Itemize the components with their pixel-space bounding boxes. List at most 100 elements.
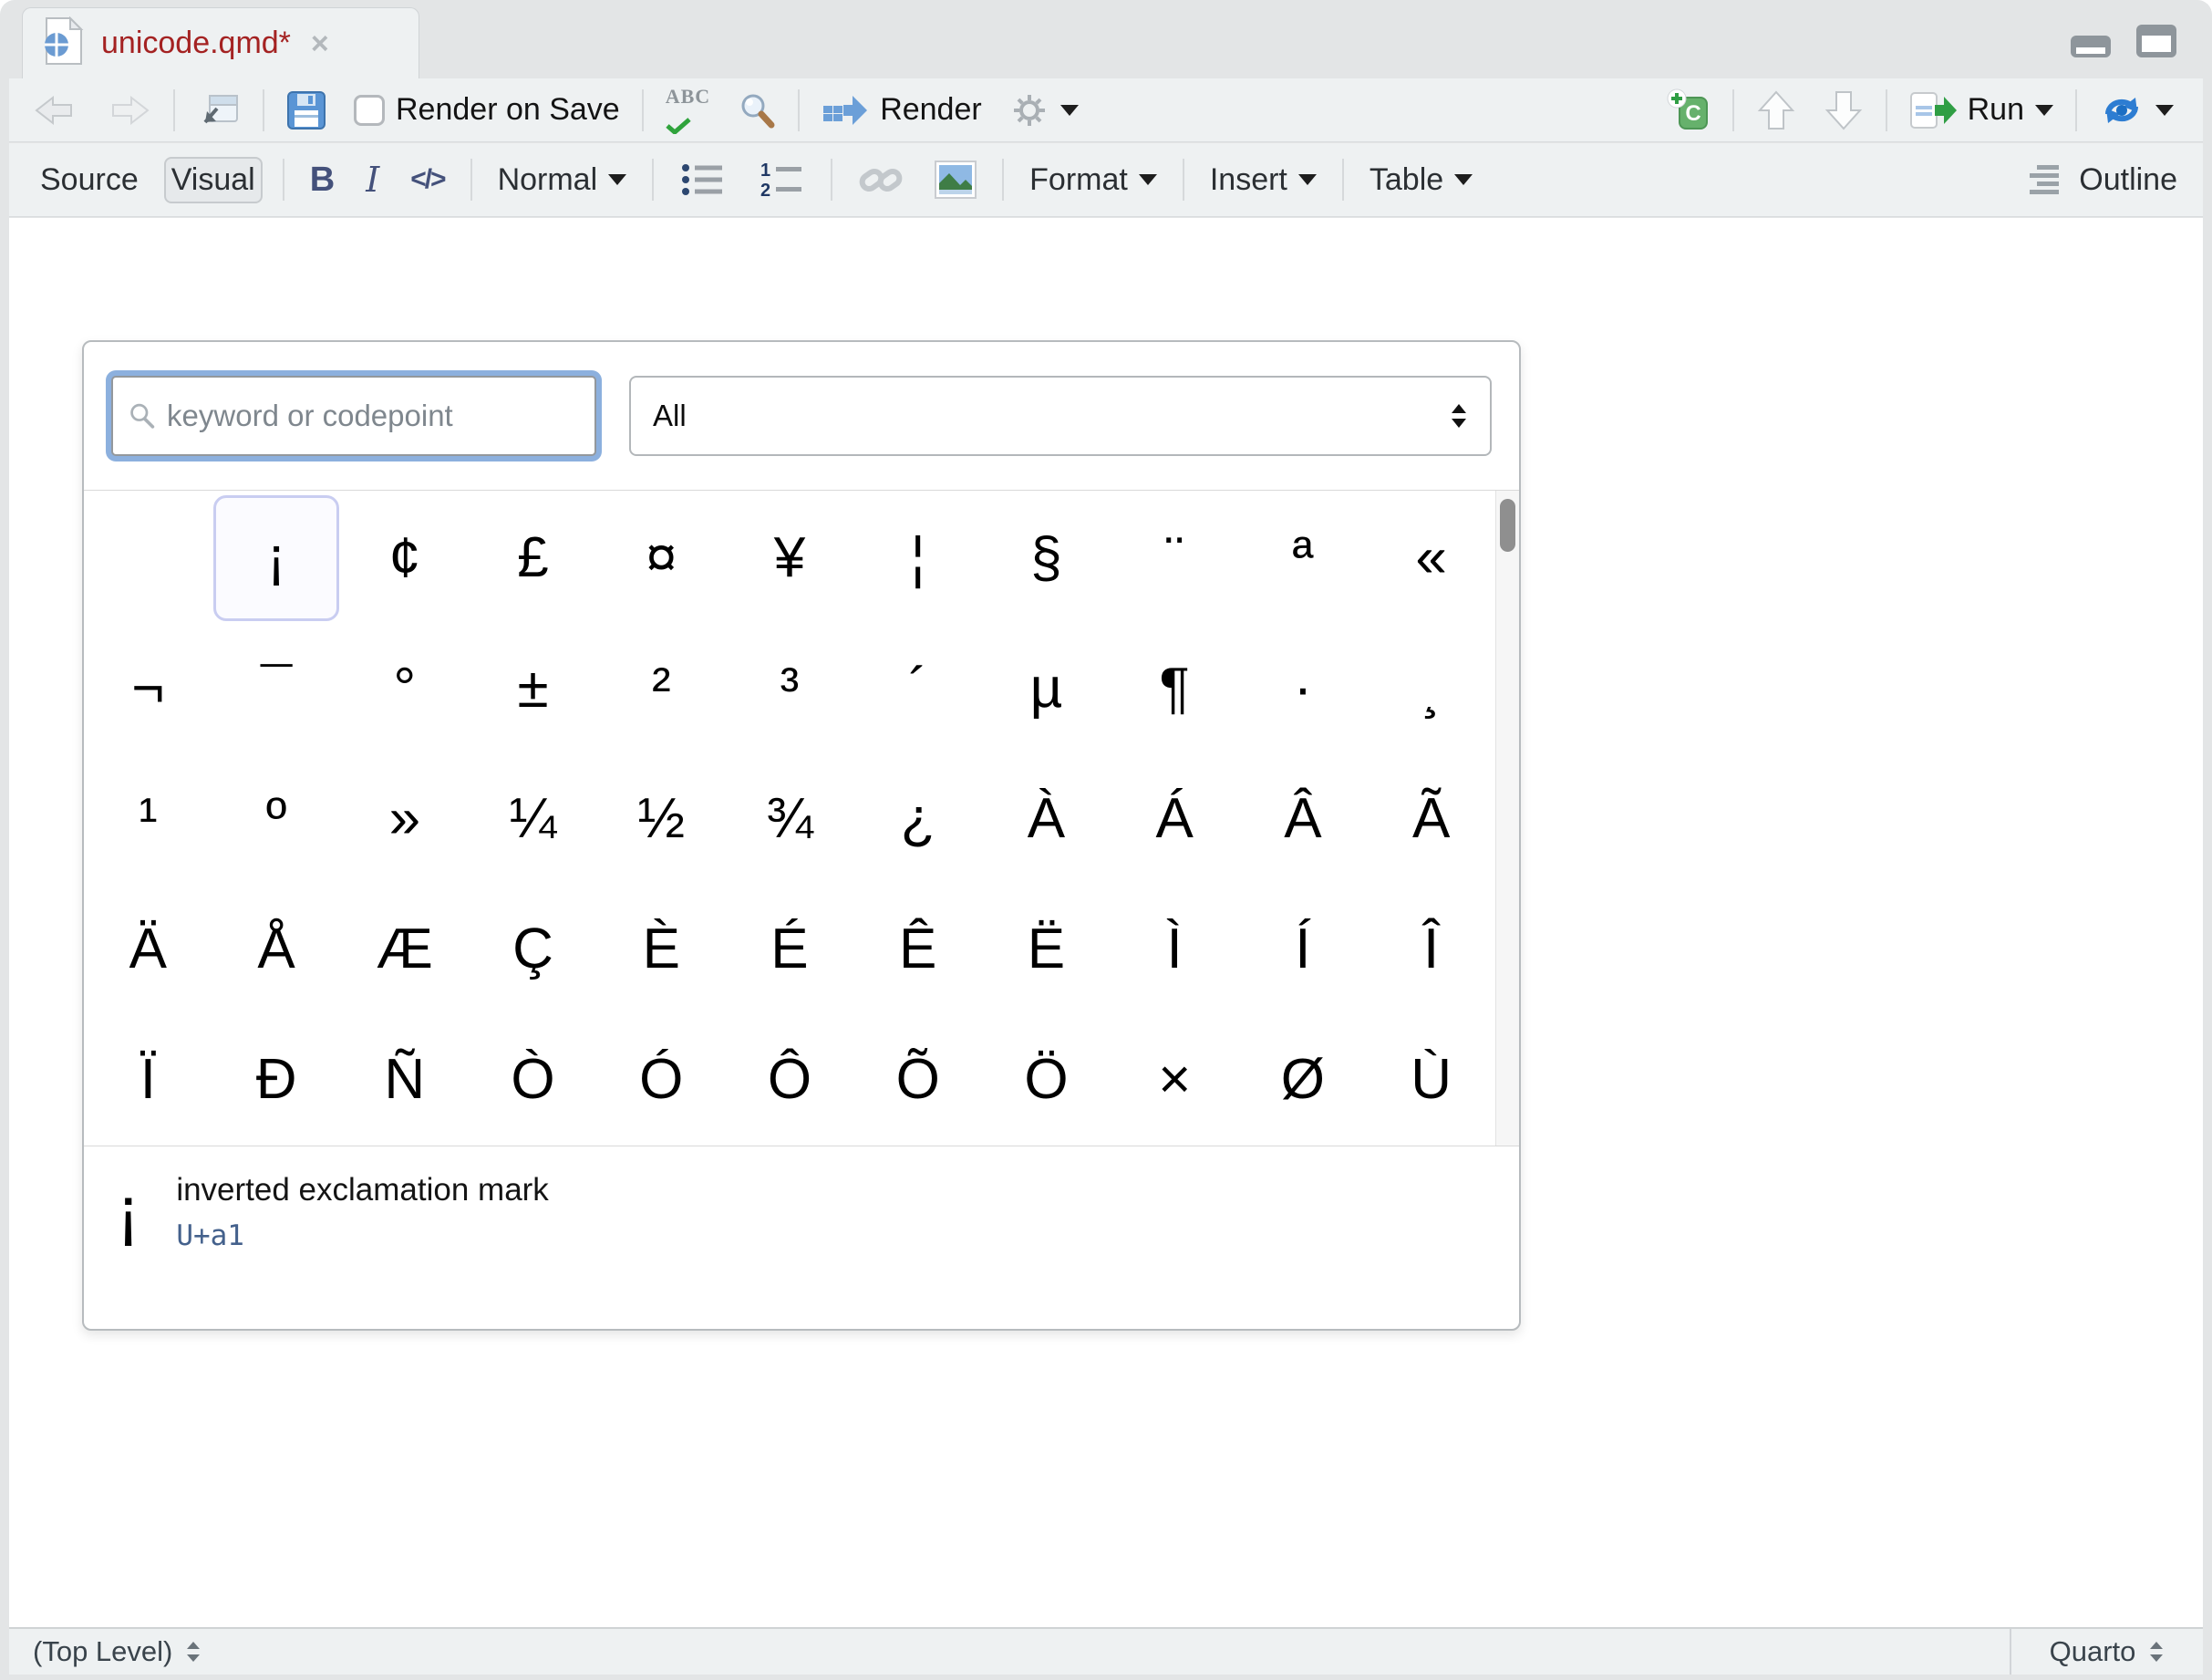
insert-chunk-button[interactable]: C [1661, 85, 1716, 136]
char-cell[interactable]: ° [342, 626, 468, 752]
char-cell[interactable] [85, 495, 211, 621]
image-button[interactable] [929, 157, 982, 202]
char-cell[interactable]: ¹ [85, 756, 211, 882]
char-cell[interactable]: ¡ [213, 495, 339, 621]
char-cell[interactable]: ½ [598, 756, 724, 882]
run-button[interactable]: Run [1904, 88, 2059, 133]
language-mode-selector[interactable]: Quarto [2010, 1629, 2203, 1675]
char-cell[interactable]: ¿ [855, 756, 981, 882]
char-cell[interactable]: Ã [1369, 756, 1494, 882]
rerun-button[interactable] [2093, 87, 2179, 134]
checkbox-icon[interactable] [354, 95, 385, 126]
char-cell[interactable]: £ [470, 495, 596, 621]
spellcheck-button[interactable]: ABC [660, 83, 716, 138]
char-cell[interactable]: Ù [1369, 1017, 1494, 1143]
scrollbar-thumb[interactable] [1500, 499, 1515, 552]
char-cell[interactable]: Î [1369, 887, 1494, 1012]
close-icon[interactable]: × [311, 28, 329, 59]
insert-menu[interactable]: Insert [1204, 159, 1322, 202]
char-cell[interactable]: Ï [85, 1017, 211, 1143]
code-button[interactable]: </> [405, 161, 450, 199]
link-button[interactable] [853, 156, 909, 203]
char-cell[interactable]: Ê [855, 887, 981, 1012]
scrollbar[interactable] [1495, 491, 1519, 1146]
char-cell[interactable]: ² [598, 626, 724, 752]
char-cell[interactable]: ¬ [85, 626, 211, 752]
char-cell[interactable]: Ä [85, 887, 211, 1012]
italic-button[interactable]: I [360, 156, 385, 203]
paragraph-style-dropdown[interactable]: Normal [492, 159, 633, 202]
char-cell[interactable]: Ø [1240, 1017, 1366, 1143]
char-cell[interactable]: Ð [213, 1017, 339, 1143]
char-cell[interactable]: Í [1240, 887, 1366, 1012]
table-menu[interactable]: Table [1364, 159, 1478, 202]
scope-selector[interactable]: (Top Level) [9, 1629, 2010, 1675]
char-cell[interactable]: Ì [1111, 887, 1237, 1012]
character-preview: ¡ inverted exclamation mark U+a1 [84, 1146, 1519, 1329]
maximize-pane-icon[interactable] [2135, 24, 2177, 63]
search-input[interactable] [167, 399, 580, 433]
char-cell[interactable]: ¶ [1111, 626, 1237, 752]
save-button[interactable] [281, 87, 332, 134]
char-cell[interactable]: ¤ [598, 495, 724, 621]
category-select[interactable]: All [629, 376, 1492, 456]
char-cell[interactable]: ¨ [1111, 495, 1237, 621]
go-next-chunk-button[interactable] [1818, 85, 1869, 136]
render-on-save-checkbox[interactable]: Render on Save [348, 88, 625, 131]
char-cell[interactable]: É [727, 887, 853, 1012]
char-cell[interactable]: ´ [855, 626, 981, 752]
render-button[interactable]: Render [816, 88, 987, 132]
find-replace-button[interactable] [732, 88, 781, 133]
format-menu[interactable]: Format [1024, 159, 1163, 202]
bullet-list-button[interactable] [674, 157, 732, 202]
char-cell[interactable]: » [342, 756, 468, 882]
chevron-down-icon [1298, 174, 1317, 194]
char-cell[interactable]: Ë [983, 887, 1109, 1012]
rerun-icon [2099, 90, 2145, 130]
minimize-pane-icon[interactable] [2070, 35, 2112, 63]
char-cell[interactable]: · [1240, 626, 1366, 752]
char-cell[interactable]: ³ [727, 626, 853, 752]
char-cell[interactable]: Æ [342, 887, 468, 1012]
char-cell[interactable]: ± [470, 626, 596, 752]
char-cell[interactable]: × [1111, 1017, 1237, 1143]
char-cell[interactable]: º [213, 756, 339, 882]
char-cell[interactable]: Ñ [342, 1017, 468, 1143]
char-cell[interactable]: Å [213, 887, 339, 1012]
char-cell[interactable]: Ò [470, 1017, 596, 1143]
go-previous-chunk-button[interactable] [1751, 85, 1802, 136]
char-cell[interactable]: ¯ [213, 626, 339, 752]
tab-unicode-qmd[interactable]: unicode.qmd* × [22, 7, 419, 78]
forward-button[interactable] [100, 88, 157, 132]
outline-toggle[interactable]: Outline [2028, 162, 2177, 198]
char-cell[interactable]: Â [1240, 756, 1366, 882]
char-cell[interactable]: Ó [598, 1017, 724, 1143]
bold-button[interactable]: B [305, 157, 340, 203]
open-in-new-window-button[interactable] [191, 87, 246, 134]
char-cell[interactable]: ¾ [727, 756, 853, 882]
char-cell[interactable]: ¢ [342, 495, 468, 621]
char-cell[interactable]: Ç [470, 887, 596, 1012]
render-options-button[interactable] [1004, 87, 1084, 134]
char-cell[interactable]: Ô [727, 1017, 853, 1143]
char-cell[interactable]: Õ [855, 1017, 981, 1143]
char-cell[interactable]: Ö [983, 1017, 1109, 1143]
char-cell[interactable]: ¼ [470, 756, 596, 882]
char-cell[interactable]: µ [983, 626, 1109, 752]
char-cell[interactable]: ¦ [855, 495, 981, 621]
char-cell[interactable]: À [983, 756, 1109, 882]
char-cell[interactable]: § [983, 495, 1109, 621]
char-cell[interactable]: Á [1111, 756, 1237, 882]
tab-bar: unicode.qmd* × [9, 7, 2203, 78]
back-button[interactable] [27, 88, 84, 132]
svg-text:2: 2 [760, 181, 770, 199]
char-cell[interactable]: ª [1240, 495, 1366, 621]
char-cell[interactable]: ¥ [727, 495, 853, 621]
tab-source[interactable]: Source [35, 159, 144, 202]
char-cell[interactable]: ¸ [1369, 626, 1494, 752]
tab-visual[interactable]: Visual [164, 157, 263, 203]
numbered-list-button[interactable]: 1 2 [752, 157, 811, 202]
char-cell[interactable]: « [1369, 495, 1494, 621]
char-cell[interactable]: È [598, 887, 724, 1012]
unicode-search-box[interactable] [111, 376, 596, 456]
